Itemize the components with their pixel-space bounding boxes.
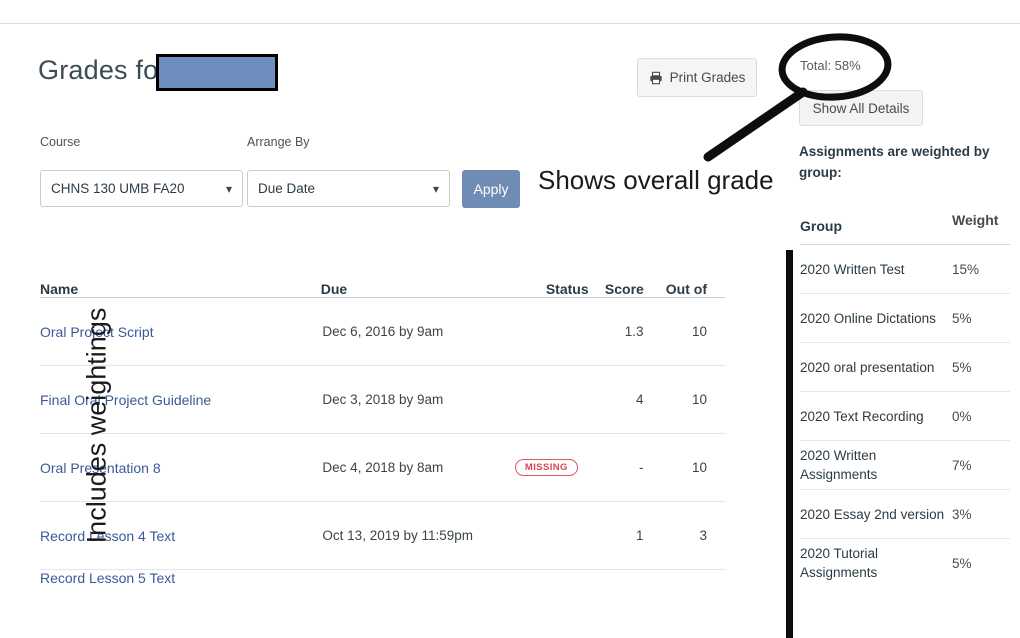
table-row: Oral Presentation 8 Dec 4, 2018 by 8am M… [40, 434, 725, 502]
table-row: Record Lesson 5 Text [40, 570, 725, 592]
table-row: Final Oral Project Guideline Dec 3, 2018… [40, 366, 725, 434]
weight-value: 5% [952, 555, 972, 571]
assignment-out-of: 10 [691, 460, 707, 475]
weight-group-name: 2020 Tutorial Assignments [800, 546, 879, 580]
annotation-includes-weightings: Includes weightings [81, 307, 112, 544]
assignment-due: Dec 3, 2018 by 9am [322, 392, 444, 407]
weight-value: 3% [952, 506, 972, 522]
assignment-score: 1 [635, 528, 644, 543]
weight-value: 0% [952, 408, 972, 424]
show-all-details-button[interactable]: Show All Details [799, 90, 923, 126]
annotation-overall-grade: Shows overall grade [538, 165, 774, 195]
weight-group-name: 2020 Written Assignments [800, 448, 878, 482]
assignment-due: Dec 6, 2016 by 9am [322, 324, 444, 339]
show-all-details-label: Show All Details [812, 100, 910, 116]
chevron-down-icon: ▾ [432, 181, 439, 196]
bracket-line-annotation [786, 250, 793, 638]
assignment-score: 4 [635, 392, 644, 407]
assignment-status: MISSING [501, 458, 592, 477]
weights-row: 2020 Tutorial Assignments 5% [800, 539, 1010, 587]
weighted-by-group-note: Assignments are weighted by group: [799, 144, 990, 180]
assignment-due: Oct 13, 2019 by 11:59pm [322, 528, 474, 543]
grades-table: Name Due Status Score Out of Oral Projec… [40, 265, 725, 592]
apply-button[interactable]: Apply [462, 170, 520, 208]
assignment-due: Dec 4, 2018 by 8am [322, 460, 444, 475]
weights-row: 2020 oral presentation 5% [800, 343, 1010, 392]
weights-row: 2020 Text Recording 0% [800, 392, 1010, 441]
assignment-link[interactable]: Final Oral Project Guideline [40, 392, 211, 408]
printer-icon [649, 71, 663, 85]
weight-value: 15% [952, 261, 980, 277]
column-header-weight: Weight [952, 212, 999, 228]
grades-table-header: Name Due Status Score Out of [40, 265, 725, 298]
assignment-out-of: 10 [691, 324, 707, 339]
weight-group-name: 2020 Online Dictations [800, 310, 936, 326]
top-divider [0, 23, 1020, 24]
assignment-out-of: 10 [691, 392, 707, 407]
weights-table-header: Group Weight [800, 212, 1010, 245]
course-label: Course [40, 135, 81, 149]
print-grades-label: Print Grades [669, 70, 746, 85]
apply-label: Apply [473, 181, 509, 197]
column-header-out-of: Out of [665, 281, 707, 297]
weight-group-name: 2020 oral presentation [800, 359, 935, 375]
weights-row: 2020 Online Dictations 5% [800, 294, 1010, 343]
assignment-score: - [639, 460, 644, 475]
course-select[interactable]: CHNS 130 UMB FA20 ▾ [40, 170, 243, 207]
assignment-score: 1.3 [624, 324, 644, 339]
weight-value: 7% [952, 457, 972, 473]
table-row: Oral Project Script Dec 6, 2016 by 9am 1… [40, 298, 725, 366]
weights-row: 2020 Essay 2nd version 3% [800, 490, 1010, 539]
weight-value: 5% [952, 359, 972, 375]
table-row: Record Lesson 4 Text Oct 13, 2019 by 11:… [40, 502, 725, 570]
total-grade-value: Total: 58% [800, 58, 861, 73]
print-grades-button[interactable]: Print Grades [637, 58, 757, 97]
redacted-student-name [156, 54, 278, 91]
weights-row: 2020 Written Test 15% [800, 245, 1010, 294]
weight-value: 5% [952, 310, 972, 326]
column-header-score: Score [604, 281, 644, 297]
arrange-by-select-value: Due Date [258, 181, 316, 196]
column-header-status: Status [545, 281, 589, 297]
weights-row: 2020 Written Assignments 7% [800, 441, 1010, 490]
page-title: Grades for [38, 55, 168, 85]
arrange-by-select[interactable]: Due Date ▾ [247, 170, 450, 207]
grades-page: Grades for Print Grades Total: 58% Show … [0, 0, 1020, 638]
column-header-group: Group [800, 218, 842, 234]
status-badge: MISSING [514, 458, 578, 477]
column-header-due: Due [320, 281, 348, 297]
assignment-out-of: 3 [699, 528, 707, 543]
weight-group-name: 2020 Text Recording [800, 408, 924, 424]
course-select-value: CHNS 130 UMB FA20 [51, 181, 185, 196]
weight-group-name: 2020 Written Test [800, 261, 905, 277]
weight-group-name: 2020 Essay 2nd version [800, 506, 945, 522]
arrange-by-label: Arrange By [247, 135, 310, 149]
pointer-line-annotation [703, 87, 808, 162]
assignment-weights-table: Group Weight 2020 Written Test 15% 2020 … [800, 212, 1010, 587]
chevron-down-icon: ▾ [225, 181, 232, 196]
